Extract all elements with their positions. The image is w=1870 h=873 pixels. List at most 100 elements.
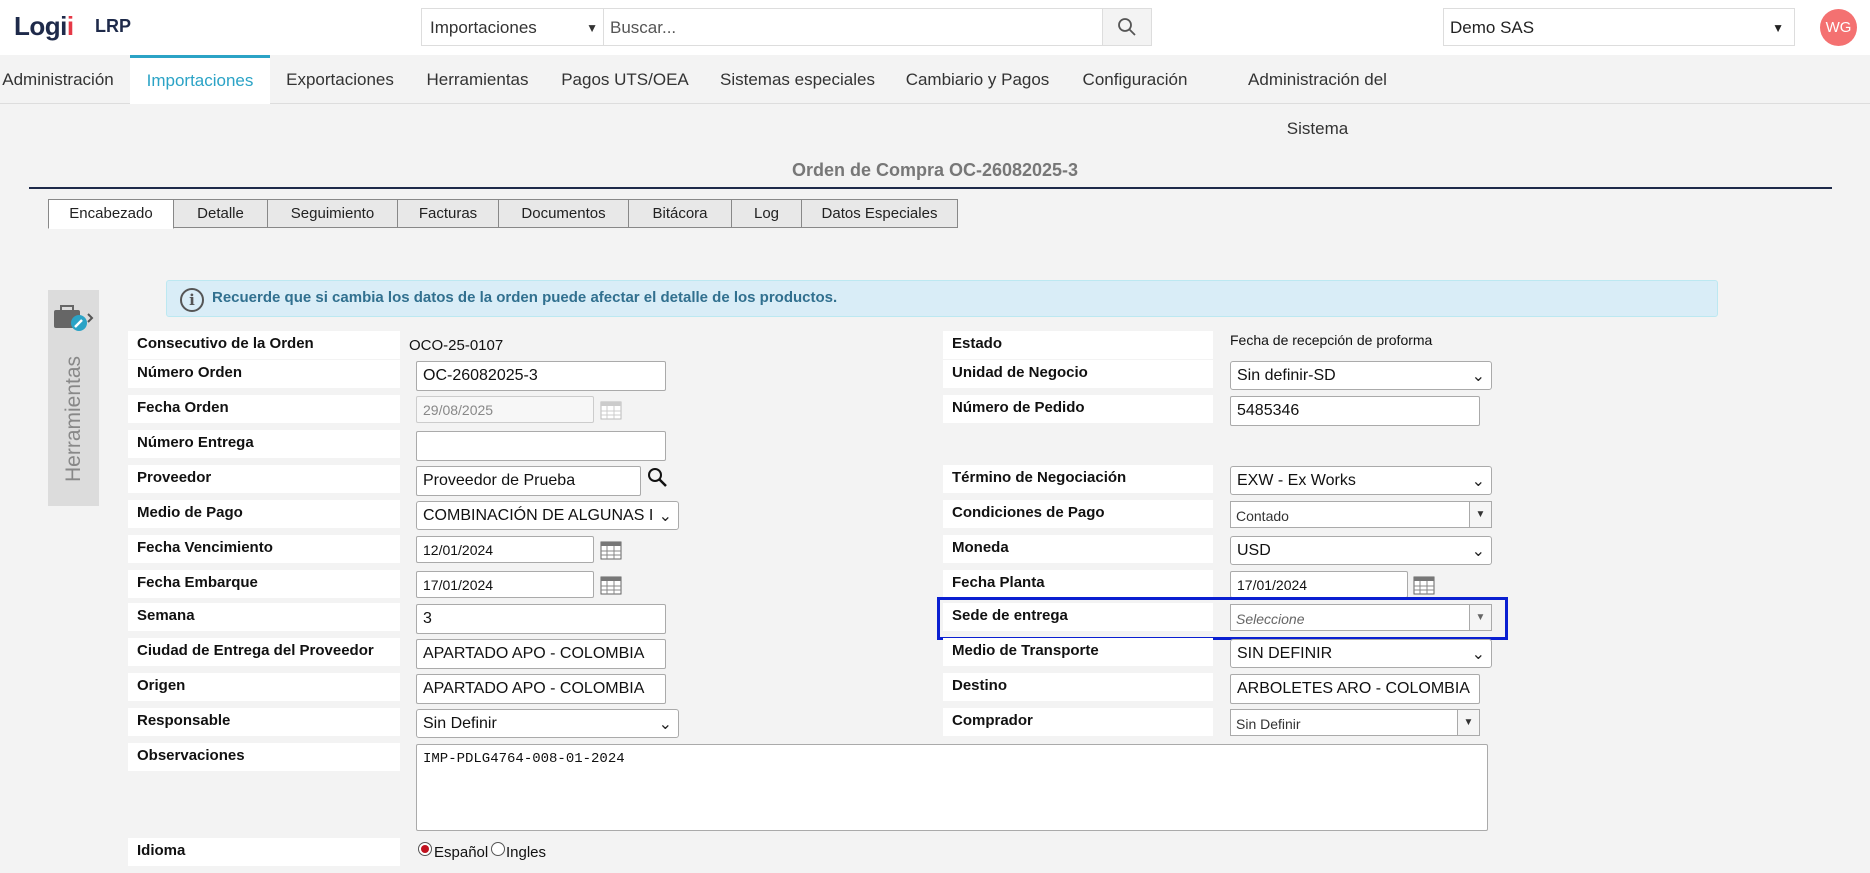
label-condiciones-pago: Condiciones de Pago [943,500,1213,528]
top-bar: Logii LRP Importaciones ▼ Buscar... Demo … [0,0,1870,55]
calendar-icon[interactable] [600,540,622,560]
module-select[interactable]: Importaciones ▼ [421,8,604,46]
label-semana: Semana [128,603,400,631]
chevron-down-icon: ⌄ [1471,473,1485,490]
company-select[interactable]: Demo SAS ▼ [1443,8,1795,46]
caret-down-icon: ▼ [1772,21,1784,35]
numero-pedido-input[interactable]: 5485346 [1230,396,1480,426]
fecha-orden-input: 29/08/2025 [416,396,594,423]
label-termino-negociacion: Término de Negociación [943,465,1213,493]
nav-herramientas[interactable]: Herramientas [420,55,535,104]
info-icon: i [180,288,204,312]
label-fecha-embarque: Fecha Embarque [128,570,400,598]
side-tools-label: Herramientas [62,355,85,482]
search-button[interactable] [1102,8,1152,46]
toolbox-icon [54,305,94,331]
origen-input[interactable]: APARTADO APO - COLOMBIA [416,674,666,704]
tab-log[interactable]: Log [731,199,802,228]
nav-exportaciones[interactable]: Exportaciones [280,55,400,104]
search-input[interactable]: Buscar... [603,8,1103,46]
radio-ingles[interactable] [491,842,505,856]
tab-seguimiento[interactable]: Seguimiento [267,199,398,228]
chevron-down-icon: ⌄ [658,508,672,525]
tab-facturas[interactable]: Facturas [397,199,499,228]
medio-transporte-select[interactable]: SIN DEFINIR ⌄ [1230,639,1492,668]
nav-sistemas-especiales[interactable]: Sistemas especiales [715,55,880,104]
value-estado: Fecha de recepción de proforma [1230,332,1433,348]
destino-input[interactable]: ARBOLETES ARO - COLOMBIA [1230,674,1480,704]
label-moneda: Moneda [943,535,1213,563]
nav-cambiario-pagos[interactable]: Cambiario y Pagos [900,55,1055,104]
page-title: Orden de Compra OC-26082025-3 [791,160,1079,180]
caret-down-icon: ▼ [586,21,598,35]
label-comprador: Comprador [943,708,1213,736]
info-alert: i Recuerde que si cambia los datos de la… [166,280,1718,317]
label-ciudad-entrega: Ciudad de Entrega del Proveedor [128,638,400,666]
label-idioma: Idioma [128,838,400,866]
label-numero-pedido: Número de Pedido [943,395,1213,423]
comprador-combo[interactable]: Sin Definir ▼ [1230,709,1480,736]
search-icon [1118,18,1136,36]
ciudad-entrega-input[interactable]: APARTADO APO - COLOMBIA [416,639,666,669]
responsable-select[interactable]: Sin Definir ⌄ [416,709,679,738]
observaciones-textarea[interactable]: IMP-PDLG4764-008-01-2024 [416,744,1488,831]
numero-entrega-input[interactable] [416,431,666,461]
label-consecutivo: Consecutivo de la Orden [128,331,400,359]
nav-importaciones[interactable]: Importaciones [130,55,270,104]
label-fecha-orden: Fecha Orden [128,395,400,423]
caret-down-icon[interactable]: ▼ [1457,710,1479,735]
logo-product: LRP [95,16,131,36]
fecha-vencimiento-input[interactable]: 12/01/2024 [416,536,594,563]
label-numero-orden: Número Orden [128,360,400,388]
logo: Logii [14,11,74,41]
tab-bitacora[interactable]: Bitácora [628,199,732,228]
label-medio-transporte: Medio de Transporte [943,638,1213,666]
label-medio-pago: Medio de Pago [128,500,400,528]
nav-pagos-uts-oea[interactable]: Pagos UTS/OEA [555,55,695,104]
tab-datos-especiales[interactable]: Datos Especiales [801,199,958,228]
tab-encabezado[interactable]: Encabezado [48,199,174,229]
proveedor-input[interactable]: Proveedor de Prueba [416,466,641,496]
value-consecutivo: OCO-25-0107 [409,337,504,354]
label-estado: Estado [943,331,1213,359]
fecha-planta-input[interactable]: 17/01/2024 [1230,571,1408,598]
chevron-down-icon: ⌄ [1471,368,1485,385]
user-avatar[interactable]: WG [1820,9,1857,46]
title-divider [29,187,1832,189]
calendar-icon [600,401,622,420]
label-fecha-vencimiento: Fecha Vencimiento [128,535,400,563]
tab-detalle[interactable]: Detalle [173,199,268,228]
radio-espanol[interactable] [418,842,432,856]
label-proveedor: Proveedor [128,465,400,493]
termino-negociacion-select[interactable]: EXW - Ex Works ⌄ [1230,466,1492,495]
label-unidad-negocio: Unidad de Negocio [943,360,1213,388]
calendar-icon[interactable] [1413,575,1435,595]
label-fecha-planta: Fecha Planta [943,570,1213,598]
nav-administracion-sistema[interactable]: Administración del Sistema [1215,55,1420,138]
caret-down-icon[interactable]: ▼ [1469,502,1491,527]
numero-orden-input[interactable]: OC-26082025-3 [416,361,666,391]
highlight-box [937,597,1508,640]
side-tools-panel[interactable]: Herramientas [48,290,99,506]
nav-administracion[interactable]: Administración [0,55,116,104]
radio-espanol-label: Español [434,844,489,861]
chevron-down-icon: ⌄ [658,716,672,733]
label-origen: Origen [128,673,400,701]
main-nav: Administración Importaciones Exportacion… [0,55,1870,138]
semana-input[interactable]: 3 [416,604,666,634]
medio-pago-select[interactable]: COMBINACIÓN DE ALGUNAS I ⌄ [416,501,679,530]
label-observaciones: Observaciones [128,743,400,771]
label-responsable: Responsable [128,708,400,736]
unidad-negocio-select[interactable]: Sin definir-SD ⌄ [1230,361,1492,390]
nav-configuracion[interactable]: Configuración [1075,55,1195,104]
radio-ingles-label: Ingles [506,844,547,861]
moneda-select[interactable]: USD ⌄ [1230,536,1492,565]
label-numero-entrega: Número Entrega [128,430,400,458]
tab-documentos[interactable]: Documentos [498,199,629,228]
calendar-icon[interactable] [600,575,622,595]
search-icon[interactable] [646,466,668,488]
chevron-down-icon: ⌄ [1471,646,1485,663]
condiciones-pago-combo[interactable]: Contado ▼ [1230,501,1492,528]
chevron-down-icon: ⌄ [1471,543,1485,560]
fecha-embarque-input[interactable]: 17/01/2024 [416,571,594,598]
